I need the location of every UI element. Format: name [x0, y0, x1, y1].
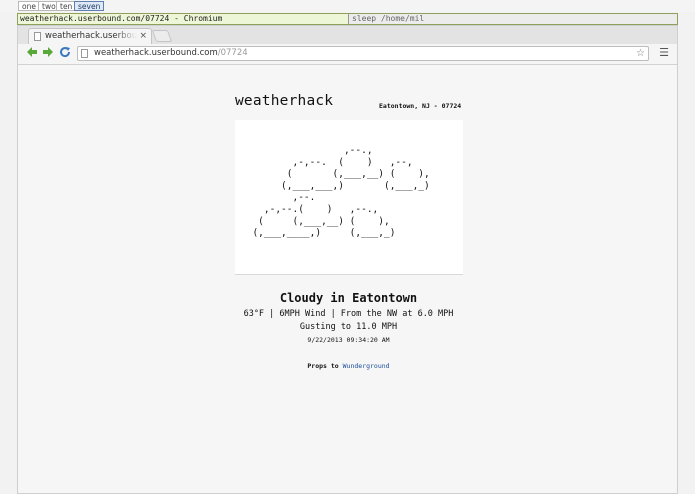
- star-icon[interactable]: ☆: [636, 47, 645, 60]
- url-text: weatherhack.userbound.com/07724: [94, 47, 248, 60]
- address-bar[interactable]: weatherhack.userbound.com/07724 ☆: [77, 46, 649, 61]
- tab-title-fade: [115, 30, 137, 43]
- new-tab-button[interactable]: [151, 30, 173, 42]
- wm-tag-one[interactable]: one: [18, 1, 40, 11]
- hamburger-menu-icon[interactable]: ☰: [657, 46, 671, 60]
- site-title: weatherhack: [235, 93, 334, 109]
- ascii-art-line: (,___,___,) (,___,_): [241, 180, 430, 191]
- weather-art-panel: ,--., ,-,--. ( ) ,--, ( (,___,__) ( ), (…: [235, 120, 463, 275]
- ascii-art-line: ( (,___,__) ( ),: [241, 216, 390, 227]
- close-tab-icon[interactable]: ×: [139, 29, 147, 44]
- wm-tag-bar: one two ten seven: [0, 0, 695, 12]
- arrow-left-icon[interactable]: [25, 46, 39, 60]
- page-icon: [81, 49, 88, 58]
- page-content: weatherhack Eatontown, NJ - 07724 ,--., …: [18, 65, 677, 493]
- wm-status-bar: weatherhack.userbound.com/07724 - Chromi…: [17, 13, 678, 25]
- weather-details: 63°F | 6MPH Wind | From the NW at 6.0 MP…: [243, 309, 454, 319]
- url-path: /07724: [217, 48, 248, 58]
- wm-tag-seven[interactable]: seven: [74, 1, 105, 11]
- ascii-art-line: ( (,___,__) ( ),: [241, 169, 430, 180]
- status-info: sleep /home/mil: [348, 14, 677, 24]
- page-icon: [34, 32, 41, 41]
- credits-label: Props to: [307, 362, 339, 370]
- window-title: weatherhack.userbound.com/07724 - Chromi…: [20, 14, 223, 23]
- ascii-art-line: ,-,--. ( ) ,--,: [241, 157, 413, 168]
- location-label: Eatontown, NJ - 07724: [379, 102, 462, 110]
- browser-tab[interactable]: weatherhack.userbound.com ×: [28, 28, 152, 44]
- credits: Props to Wunderground: [18, 362, 677, 370]
- ascii-art-line: (,___,____,) (,___,_): [241, 228, 395, 239]
- ascii-art-line: ,-,--.( ) ,--.,: [241, 204, 378, 215]
- gust-info: Gusting to 11.0 MPH: [299, 322, 398, 332]
- tab-strip: weatherhack.userbound.com ×: [18, 26, 677, 44]
- ascii-art-line: ,--.,: [241, 145, 373, 156]
- browser-window: weatherhack.userbound.com × weatherhack.…: [17, 25, 678, 494]
- url-host: weatherhack.userbound.com: [94, 48, 218, 58]
- arrow-right-icon[interactable]: [41, 46, 55, 60]
- browser-toolbar: weatherhack.userbound.com/07724 ☆ ☰: [18, 44, 677, 65]
- ascii-art-line: ,--.: [241, 192, 315, 203]
- timestamp: 9/22/2013 09:34:20 AM: [307, 336, 390, 344]
- wunderground-link[interactable]: Wunderground: [343, 362, 390, 370]
- reload-icon[interactable]: [58, 46, 72, 60]
- ascii-cloud-art: ,--., ,-,--. ( ) ,--, ( (,___,__) ( ), (…: [241, 145, 430, 239]
- conditions-heading: Cloudy in Eatontown: [279, 291, 418, 305]
